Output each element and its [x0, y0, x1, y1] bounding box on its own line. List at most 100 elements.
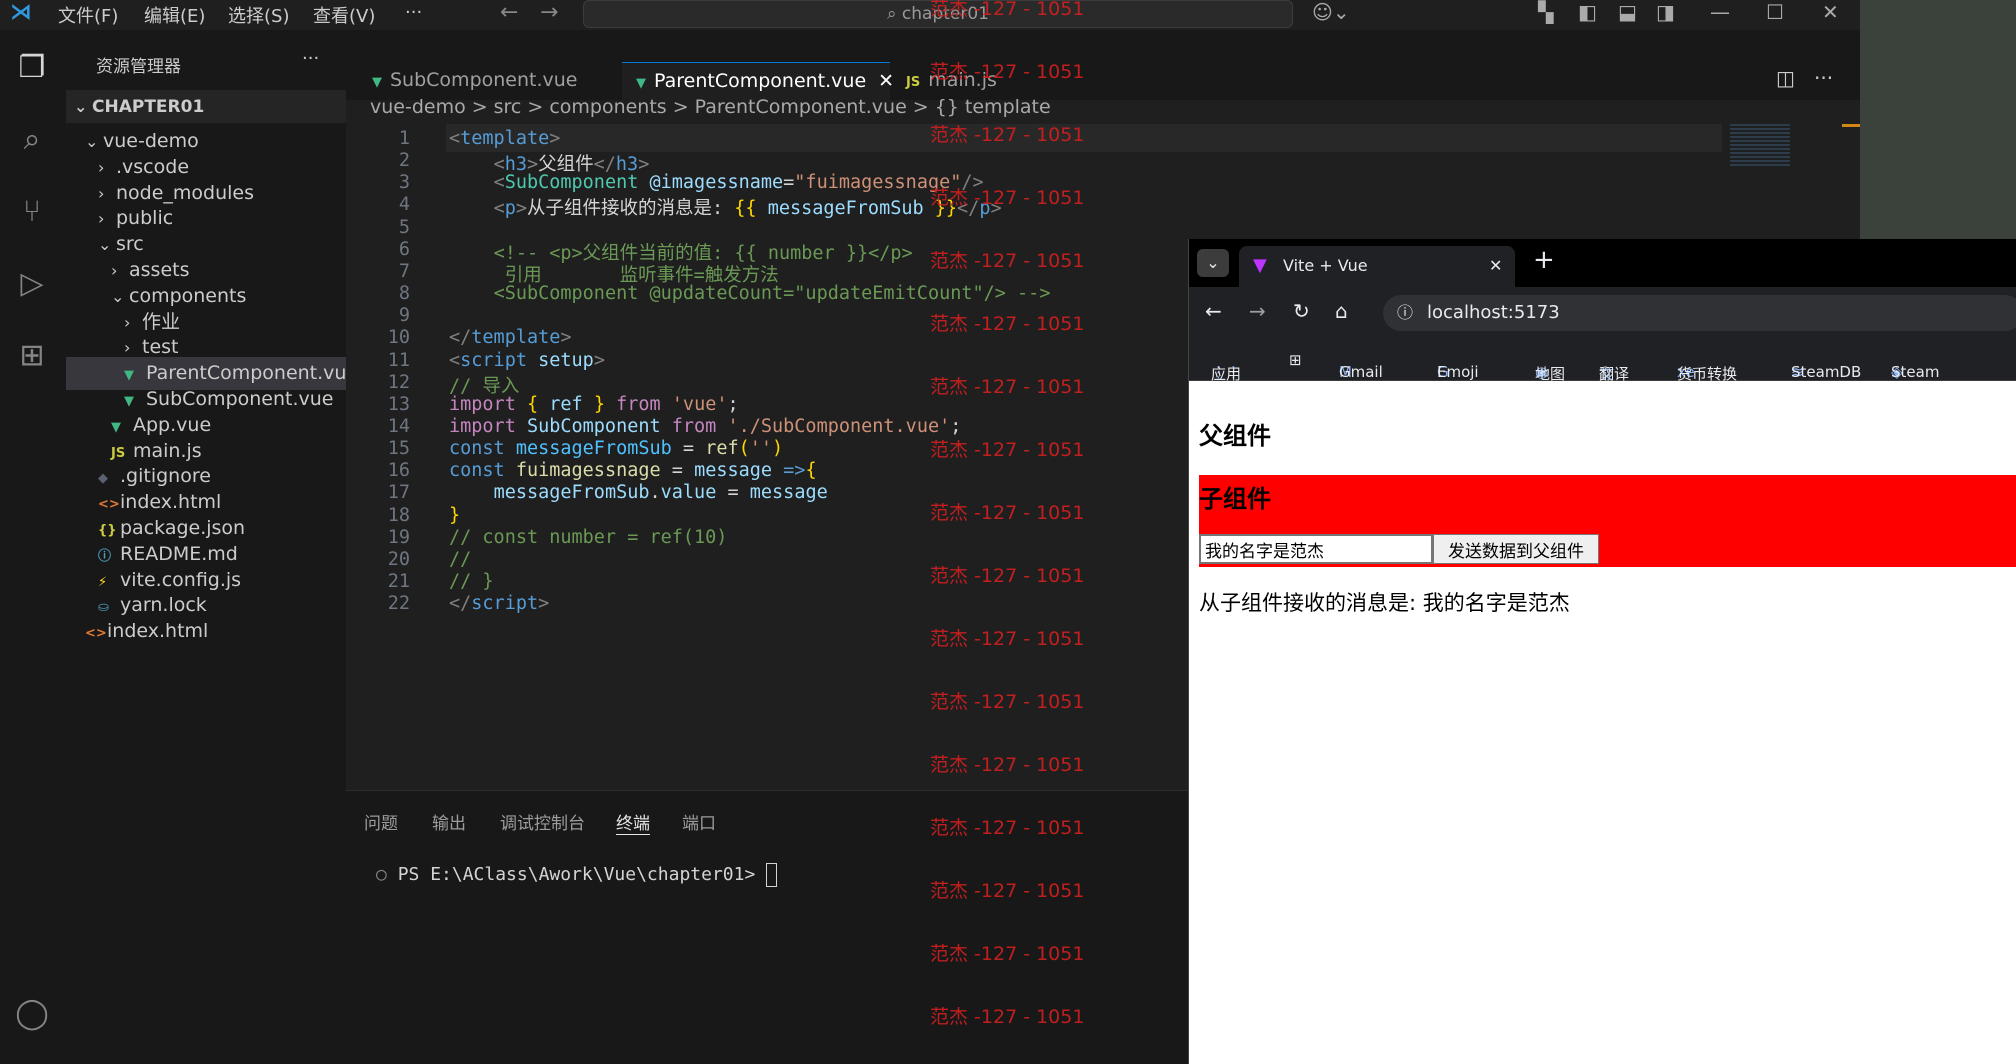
browser-tab[interactable]: ▼ Vite + Vue ✕: [1239, 246, 1515, 287]
watermark-text: 范杰 -127 - 1051: [930, 502, 1085, 524]
more-actions-icon[interactable]: ···: [302, 48, 319, 69]
watermark-text: 范杰 -127 - 1051: [930, 376, 1085, 398]
bookmarks-bar: ⋮⋮ 应用 M Gmail G Emoji ◉ 地图文翻译 xe 货币转换 ≋ SteamDB ◈ Ste…: [1189, 339, 2016, 383]
url-field[interactable]: ⓘ localhost:5173: [1383, 295, 2016, 331]
explorer-icon[interactable]: ❐: [14, 50, 50, 86]
explorer-section-header[interactable]: ⌄ CHAPTER01: [66, 90, 346, 123]
toggle-sidebar-icon[interactable]: ◧: [1578, 0, 1597, 24]
back-arrow-icon[interactable]: ←: [500, 0, 518, 25]
section-label: CHAPTER01: [92, 97, 205, 117]
watermark-text: 范杰 -127 - 1051: [930, 943, 1085, 965]
run-debug-icon[interactable]: ▷: [14, 266, 50, 302]
send-to-parent-button[interactable]: 发送数据到父组件: [1433, 534, 1599, 564]
search-icon[interactable]: ⌕: [14, 122, 50, 158]
breadcrumb-item[interactable]: {} template: [935, 96, 1051, 118]
minimap[interactable]: [1730, 124, 1790, 168]
menu-file[interactable]: 文件(F): [58, 2, 118, 28]
tree-item[interactable]: <>index.html: [66, 615, 346, 648]
reload-icon[interactable]: ↻: [1293, 299, 1310, 323]
terminal-prompt: PS E:\AClass\Awork\Vue\chapter01>: [397, 864, 767, 885]
tree-item-label: public: [116, 207, 174, 230]
menu-selection[interactable]: 选择(S): [228, 2, 289, 28]
name-input[interactable]: [1199, 534, 1433, 564]
editor-tab[interactable]: ▼ ParentComponent.vue ✕: [622, 62, 894, 100]
forward-icon[interactable]: →: [1249, 299, 1266, 323]
terminal-cursor: [766, 863, 778, 887]
tab-search-icon[interactable]: ⌄: [1197, 249, 1229, 277]
tree-item-label: package.json: [120, 517, 246, 539]
line-number: 2: [398, 150, 410, 172]
tree-item-label: assets: [129, 259, 190, 281]
back-icon[interactable]: ←: [1205, 299, 1222, 323]
new-tab-button[interactable]: +: [1533, 245, 1555, 275]
line-number: 9: [398, 305, 410, 327]
tree-item-label: App.vue: [133, 413, 212, 436]
watermark-text: 范杰 -127 - 1051: [930, 439, 1085, 461]
breadcrumb-item[interactable]: src: [494, 96, 522, 118]
breadcrumb-item[interactable]: vue-demo: [370, 96, 466, 118]
watermark-text: 范杰 -127 - 1051: [930, 1006, 1085, 1028]
parent-heading: 父组件: [1199, 422, 1271, 450]
copilot-icon[interactable]: ☺⌄: [1312, 0, 1350, 24]
tree-item-label: README.md: [120, 542, 238, 565]
code-line: <script setup>: [449, 349, 605, 371]
toggle-secondary-icon[interactable]: ◨: [1656, 0, 1675, 24]
minimize-icon[interactable]: —: [1710, 0, 1730, 24]
close-window-icon[interactable]: ✕: [1822, 0, 1839, 24]
line-number: 16: [387, 460, 410, 482]
tree-item-label: yarn.lock: [120, 594, 207, 617]
desktop-background: [1860, 0, 2016, 239]
line-number: 5: [398, 216, 410, 238]
apps-grid-icon[interactable]: ⊞: [1289, 351, 1302, 369]
menu-edit[interactable]: 编辑(E): [144, 2, 205, 28]
split-editor-icon[interactable]: ◫: [1776, 66, 1795, 90]
code-line: // const number = ref(10): [449, 526, 728, 548]
source-control-icon[interactable]: ⑂: [14, 194, 50, 230]
toggle-panel-icon[interactable]: ⬓: [1618, 0, 1637, 24]
menu-more[interactable]: ···: [405, 2, 422, 23]
panel-tab[interactable]: 输出: [432, 809, 466, 834]
panel-tab[interactable]: 问题: [364, 809, 398, 834]
site-info-icon[interactable]: ⓘ: [1397, 295, 1413, 331]
editor-more-icon[interactable]: ···: [1814, 66, 1833, 90]
home-icon[interactable]: ⌂: [1335, 299, 1348, 323]
line-number: 4: [398, 194, 410, 216]
layout-icon[interactable]: ▚: [1538, 0, 1553, 24]
account-icon[interactable]: ◯: [14, 996, 50, 1032]
close-tab-icon[interactable]: ✕: [1489, 246, 1502, 286]
code-line: //: [449, 548, 472, 570]
line-number: 3: [398, 172, 410, 194]
code-line: }: [449, 504, 461, 526]
panel-tab[interactable]: 端口: [682, 809, 716, 834]
search-icon: ⌕: [886, 4, 902, 24]
line-number: 22: [387, 593, 410, 615]
forward-arrow-icon[interactable]: →: [540, 0, 558, 25]
line-number: 7: [398, 260, 410, 282]
js-file-icon: JS: [906, 75, 921, 90]
extensions-icon[interactable]: ⊞: [14, 338, 50, 374]
maximize-icon[interactable]: ☐: [1766, 0, 1784, 24]
code-line: const fuimagessnage = message =>{: [449, 460, 817, 482]
menu-view[interactable]: 查看(V): [313, 2, 375, 28]
breadcrumb-item[interactable]: ParentComponent.vue: [695, 96, 907, 118]
breadcrumb-separator: >: [471, 96, 488, 118]
editor-tab[interactable]: ▼ SubComponent.vue: [358, 62, 620, 100]
watermark-text: 范杰 -127 - 1051: [930, 124, 1085, 146]
watermark-text: 范杰 -127 - 1051: [930, 0, 1085, 20]
explorer-sidebar: 资源管理器 ··· ⌄ CHAPTER01 ⌄ vue-demo › .vscode › n…: [66, 30, 346, 1064]
panel-tab[interactable]: 终端: [616, 809, 650, 835]
chevron-down-icon: ⌄: [74, 97, 88, 116]
line-number: 13: [387, 393, 410, 415]
terminal-output[interactable]: ○ PS E:\AClass\Awork\Vue\chapter01>: [376, 863, 778, 887]
code-line: import SubComponent from './SubComponent…: [449, 415, 962, 437]
activity-bar: ❐ ⌕ ⑂ ▷ ⊞ ◯: [0, 30, 66, 1064]
tree-item-label: 作业: [142, 310, 181, 333]
panel-tab[interactable]: 调试控制台: [500, 809, 585, 834]
child-heading: 子组件: [1199, 485, 1271, 513]
watermark-text: 范杰 -127 - 1051: [930, 754, 1085, 776]
received-message: 从子组件接收的消息是: 我的名字是范杰: [1199, 587, 1570, 617]
tree-item-label: main.js: [133, 439, 202, 462]
scroll-marker: [1842, 124, 1860, 127]
line-number: 17: [387, 482, 410, 504]
breadcrumb-item[interactable]: components: [549, 96, 666, 118]
